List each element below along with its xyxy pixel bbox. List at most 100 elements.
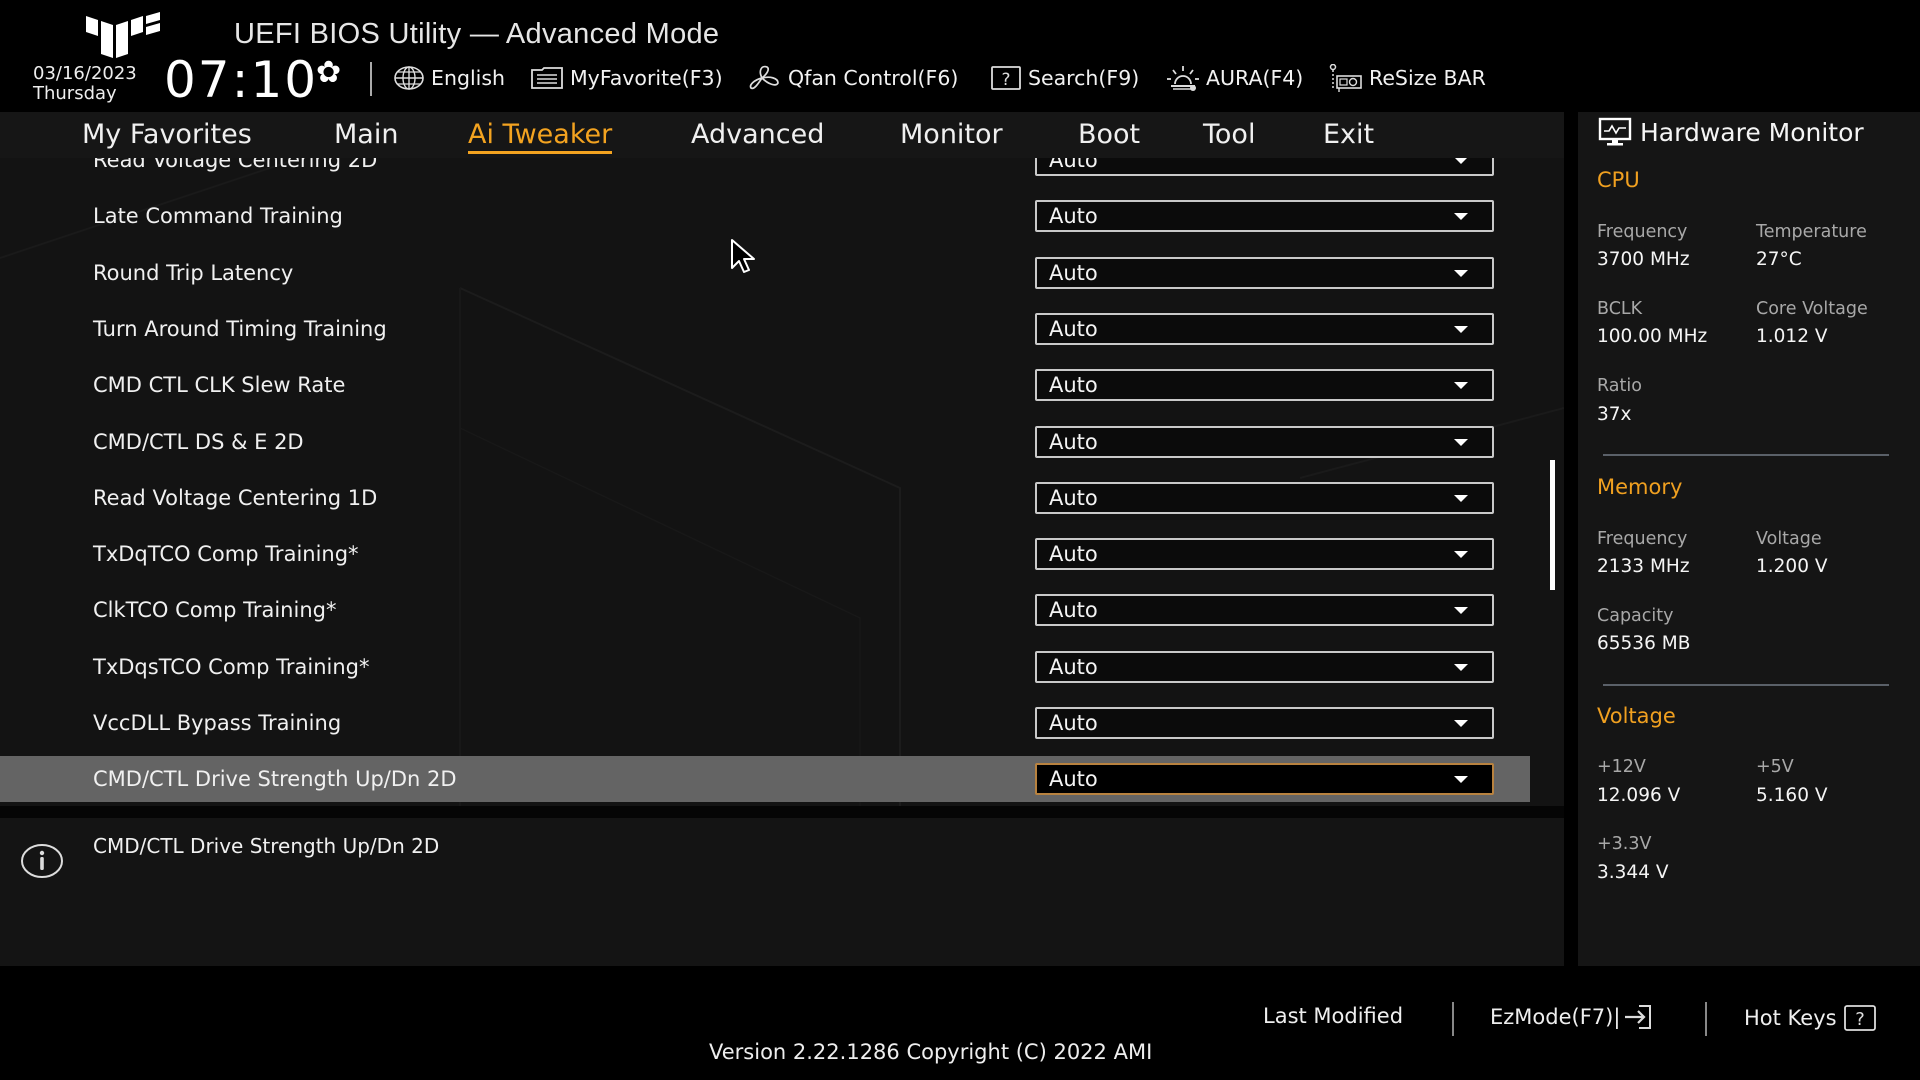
dropdown-value: Auto [1049, 654, 1098, 679]
setting-label: CMD/CTL Drive Strength Up/Dn 2D [93, 767, 457, 792]
mouse-cursor-icon [731, 239, 755, 273]
setting-row[interactable]: Round Trip Latency Auto [0, 250, 1530, 296]
setting-row[interactable]: CMD/CTL DS & E 2D Auto [0, 419, 1530, 465]
setting-dropdown[interactable]: Auto [1035, 312, 1494, 345]
monitor-icon [1598, 117, 1632, 146]
dropdown-value: Auto [1049, 260, 1098, 285]
help-separator [0, 806, 1564, 818]
cpu-frequency-value: 3700 MHz [1597, 249, 1690, 270]
scrollbar-thumb[interactable] [1550, 460, 1555, 590]
footer-divider [1452, 1002, 1454, 1036]
setting-row-selected[interactable]: CMD/CTL Drive Strength Up/Dn 2D Auto [0, 756, 1530, 803]
setting-label: CMD CTL CLK Slew Rate [93, 373, 346, 398]
cpu-heading: CPU [1597, 168, 1640, 192]
section-divider [1603, 454, 1889, 456]
tab-exit[interactable]: Exit [1323, 112, 1374, 158]
help-text: CMD/CTL Drive Strength Up/Dn 2D [93, 834, 440, 858]
exit-arrow-icon [1625, 1005, 1652, 1029]
setting-label: Turn Around Timing Training [93, 316, 387, 341]
setting-row[interactable]: Turn Around Timing Training Auto [0, 306, 1530, 352]
language-label: English [431, 66, 506, 90]
setting-row[interactable]: Late Command Training Auto [0, 193, 1530, 239]
help-key-icon: ? [1843, 1005, 1876, 1031]
section-divider [1603, 684, 1889, 686]
dropdown-value: Auto [1049, 158, 1098, 172]
dropdown-value: Auto [1049, 485, 1098, 510]
chevron-down-icon [1454, 494, 1468, 502]
setting-dropdown[interactable]: Auto [1035, 650, 1494, 683]
v5-label: +5V [1756, 757, 1794, 777]
globe-icon [394, 66, 424, 90]
setting-dropdown[interactable]: Auto [1035, 369, 1494, 402]
hardware-monitor-label: Hardware Monitor [1640, 117, 1864, 147]
setting-row[interactable]: ClkTCO Comp Training* Auto [0, 587, 1530, 633]
core-voltage-label: Core Voltage [1756, 299, 1868, 319]
search-button[interactable]: ? Search(F9) [990, 64, 1139, 92]
v5-value: 5.160 V [1756, 785, 1828, 806]
setting-row[interactable]: VccDLL Bypass Training Auto [0, 700, 1530, 746]
dropdown-value: Auto [1049, 373, 1098, 398]
qfan-control-button[interactable]: Qfan Control(F6) [748, 64, 958, 92]
setting-row[interactable]: CMD CTL CLK Slew Rate Auto [0, 362, 1530, 408]
tab-tool[interactable]: Tool [1203, 112, 1255, 158]
setting-label: Read Voltage Centering 2D [93, 158, 378, 172]
setting-dropdown[interactable]: Auto [1035, 707, 1494, 739]
tab-main[interactable]: Main [334, 112, 398, 158]
clock: 07:10 [164, 51, 319, 109]
search-label: Search(F9) [1028, 66, 1140, 90]
last-modified-button[interactable]: Last Modified [1263, 1004, 1403, 1028]
setting-row[interactable]: TxDqsTCO Comp Training* Auto [0, 644, 1530, 690]
setting-label: TxDqTCO Comp Training* [93, 542, 359, 567]
setting-dropdown[interactable]: Auto [1035, 763, 1494, 796]
chevron-down-icon [1454, 720, 1468, 727]
v33-label: +3.3V [1597, 834, 1652, 854]
setting-row[interactable]: Read Voltage Centering 1D Auto [0, 475, 1530, 521]
resize-bar-icon [1329, 64, 1362, 92]
setting-dropdown[interactable]: Auto [1035, 256, 1494, 289]
memory-voltage-label: Voltage [1756, 529, 1822, 549]
resize-bar-button[interactable]: ReSize BAR [1327, 64, 1486, 92]
tuf-logo [86, 12, 160, 58]
chevron-down-icon [1454, 213, 1468, 221]
hotkeys-button[interactable]: Hot Keys ? [1744, 1004, 1877, 1032]
bclk-label: BCLK [1597, 299, 1643, 319]
ezmode-button[interactable]: EzMode(F7)| [1490, 1004, 1653, 1030]
setting-dropdown[interactable]: Auto [1035, 594, 1494, 627]
tab-boot[interactable]: Boot [1078, 112, 1140, 158]
ratio-value: 37x [1597, 404, 1632, 425]
setting-row[interactable]: Read Voltage Centering 2D Auto [0, 158, 1530, 183]
setting-dropdown[interactable]: Auto [1035, 538, 1494, 571]
chevron-down-icon [1454, 158, 1468, 164]
favorite-folder-icon [531, 67, 563, 89]
setting-dropdown[interactable]: Auto [1035, 425, 1494, 458]
memory-capacity-value: 65536 MB [1597, 633, 1691, 654]
aura-button[interactable]: AURA(F4) [1166, 64, 1303, 92]
bclk-value: 100.00 MHz [1597, 326, 1708, 347]
gear-icon[interactable]: ✿ [316, 58, 350, 92]
hardware-monitor-title: Hardware Monitor [1598, 116, 1864, 148]
setting-dropdown[interactable]: Auto [1035, 481, 1494, 514]
setting-label: Late Command Training [93, 204, 343, 229]
myfavorite-button[interactable]: MyFavorite(F3) [530, 64, 723, 92]
setting-dropdown[interactable]: Auto [1035, 200, 1494, 233]
last-modified-label: Last Modified [1263, 1004, 1404, 1028]
chevron-down-icon [1454, 438, 1468, 446]
date: 03/16/2023 [33, 63, 137, 84]
date-display: 03/16/2023 Thursday [33, 64, 137, 104]
tab-advanced[interactable]: Advanced [691, 112, 824, 158]
setting-row[interactable]: TxDqTCO Comp Training* Auto [0, 531, 1530, 577]
cpu-frequency-label: Frequency [1597, 222, 1688, 242]
memory-frequency-label: Frequency [1597, 529, 1688, 549]
tab-ai-tweaker[interactable]: Ai Tweaker [468, 112, 613, 158]
myfavorite-label: MyFavorite(F3) [570, 66, 723, 90]
tab-my-favorites[interactable]: My Favorites [82, 112, 252, 158]
ezmode-label: EzMode(F7)| [1490, 1005, 1621, 1029]
dropdown-value: Auto [1049, 598, 1098, 623]
v12-label: +12V [1597, 757, 1646, 777]
memory-voltage-value: 1.200 V [1756, 556, 1828, 577]
dropdown-value: Auto [1049, 542, 1098, 567]
language-button[interactable]: English [393, 64, 505, 92]
tab-monitor[interactable]: Monitor [900, 112, 1003, 158]
setting-dropdown[interactable]: Auto [1035, 158, 1494, 176]
footer-divider [1705, 1002, 1707, 1036]
